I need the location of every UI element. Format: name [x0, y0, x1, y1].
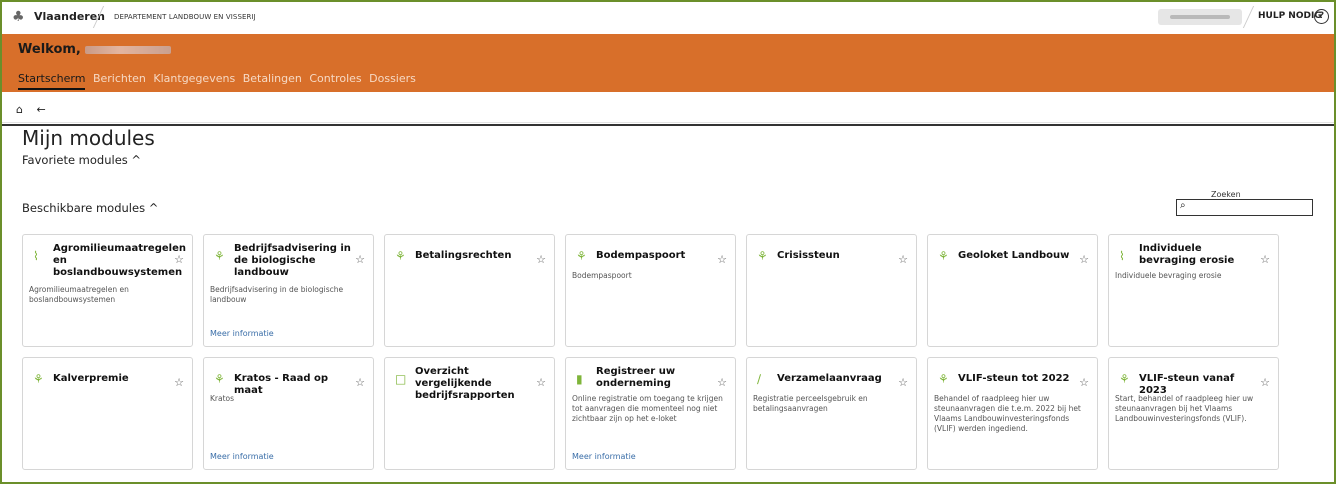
- module-icon: □: [395, 372, 407, 386]
- module-description: Online registratie om toegang te krijgen…: [572, 394, 723, 423]
- brand-name[interactable]: Vlaanderen: [34, 10, 105, 23]
- module-title[interactable]: Overzicht vergelijkende bedrijfsrapporte…: [415, 366, 533, 402]
- module-icon: ⚘: [757, 249, 768, 263]
- home-icon[interactable]: ⌂: [16, 103, 23, 116]
- module-icon: ⚘: [938, 372, 949, 386]
- help-button[interactable]: HULP NODIG: [1258, 11, 1322, 21]
- module-icon: ⚘: [576, 249, 587, 263]
- tab-klantgegevens[interactable]: Klantgegevens: [153, 72, 235, 85]
- search-input[interactable]: ⌕: [1176, 199, 1313, 216]
- breadcrumb: ⌂ ←: [16, 103, 56, 116]
- search-icon: ⌕: [1180, 200, 1186, 211]
- tab-controles[interactable]: Controles: [309, 72, 361, 85]
- module-card[interactable]: ⚘ Bedrijfsadvisering in de biologische la…: [203, 234, 374, 347]
- module-description: Registratie perceelsgebruik en betalings…: [753, 394, 868, 413]
- module-card[interactable]: ⌇ Individuele bevraging erosie ☆ Individuel…: [1108, 234, 1279, 347]
- module-title[interactable]: Individuele bevraging erosie: [1139, 243, 1257, 267]
- module-card[interactable]: □ Overzicht vergelijkende bedrijfsrapport…: [384, 357, 555, 470]
- module-icon: ⚘: [214, 249, 225, 263]
- favorite-star-icon[interactable]: ☆: [717, 376, 727, 389]
- favorite-star-icon[interactable]: ☆: [1260, 253, 1270, 266]
- module-card[interactable]: ⚘ Crisissteun ☆: [746, 234, 917, 347]
- module-icon: ⌇: [1119, 249, 1125, 263]
- orange-header: Welkom, Startscherm Berichten Klantgegev…: [0, 34, 1336, 126]
- header-divider: [0, 124, 1336, 126]
- favorite-star-icon[interactable]: ☆: [898, 253, 908, 266]
- welcome-message: Welkom,: [18, 42, 171, 57]
- tab-betalingen[interactable]: Betalingen: [243, 72, 302, 85]
- module-title[interactable]: Bedrijfsadvisering in de biologische lan…: [234, 243, 352, 279]
- favorite-star-icon[interactable]: ☆: [717, 253, 727, 266]
- module-icon: ∕: [757, 372, 762, 386]
- help-icon[interactable]: ?: [1314, 9, 1329, 24]
- module-card[interactable]: ⚘ Kalverpremie ☆: [22, 357, 193, 470]
- module-icon: ⌇: [33, 249, 39, 263]
- module-card[interactable]: ⚘ Bodempaspoort ☆ Bodempaspoort: [565, 234, 736, 347]
- module-title[interactable]: Agromilieumaatregelen en boslandbouwsyst…: [53, 243, 186, 279]
- module-card[interactable]: ▮ Registreer uw onderneming ☆ Online regist…: [565, 357, 736, 470]
- main-nav: Startscherm Berichten Klantgegevens Beta…: [18, 72, 420, 90]
- available-modules-toggle[interactable]: Beschikbare modules ^: [22, 201, 158, 215]
- more-info-link[interactable]: Meer informatie: [210, 452, 274, 461]
- module-icon: ⚘: [214, 372, 225, 386]
- module-title[interactable]: Geoloket Landbouw: [958, 250, 1076, 262]
- module-title[interactable]: Bodempaspoort: [596, 250, 714, 262]
- module-description: Bedrijfsadvisering in de biologische lan…: [210, 285, 344, 304]
- module-description: Individuele bevraging erosie: [1115, 271, 1222, 280]
- module-card[interactable]: ⚘ Geoloket Landbouw ☆: [927, 234, 1098, 347]
- module-title[interactable]: Betalingsrechten: [415, 250, 533, 262]
- back-arrow-icon[interactable]: ←: [36, 103, 45, 116]
- favorite-star-icon[interactable]: ☆: [898, 376, 908, 389]
- favorite-star-icon[interactable]: ☆: [536, 253, 546, 266]
- tab-startscherm[interactable]: Startscherm: [18, 72, 86, 90]
- more-info-link[interactable]: Meer informatie: [572, 452, 636, 461]
- favorite-star-icon[interactable]: ☆: [1079, 376, 1089, 389]
- module-description: Bodempaspoort: [572, 271, 632, 280]
- favorite-star-icon[interactable]: ☆: [536, 376, 546, 389]
- favorite-star-icon[interactable]: ☆: [174, 253, 184, 266]
- module-card[interactable]: ∕ Verzamelaanvraag ☆ Registratie perceelsge…: [746, 357, 917, 470]
- search-label: Zoeken: [1211, 190, 1241, 199]
- module-title[interactable]: Verzamelaanvraag: [777, 373, 895, 385]
- module-icon: ▮: [576, 372, 583, 386]
- module-icon: ⚘: [938, 249, 949, 263]
- favorite-star-icon[interactable]: ☆: [174, 376, 184, 389]
- top-bar: ♣ Vlaanderen DEPARTEMENT LANDBOUW EN VIS…: [0, 0, 1336, 35]
- favorite-star-icon[interactable]: ☆: [355, 253, 365, 266]
- module-card[interactable]: ⚘ VLIF-steun tot 2022 ☆ Behandel of raadple…: [927, 357, 1098, 470]
- module-title[interactable]: VLIF-steun tot 2022: [958, 373, 1076, 385]
- favorite-star-icon[interactable]: ☆: [1079, 253, 1089, 266]
- module-card[interactable]: ⚘ VLIF-steun vanaf 2023 ☆ Start, behandel o…: [1108, 357, 1279, 470]
- page-title: Mijn modules: [22, 126, 155, 150]
- module-description: Behandel of raadpleeg hier uw steunaanvr…: [934, 394, 1081, 433]
- module-description: Start, behandel of raadpleeg hier uw ste…: [1115, 394, 1254, 423]
- module-description: Kratos: [210, 394, 235, 403]
- module-icon: ⚘: [1119, 372, 1130, 386]
- tab-dossiers[interactable]: Dossiers: [369, 72, 416, 85]
- module-icon: ⚘: [395, 249, 406, 263]
- module-title[interactable]: Registreer uw onderneming: [596, 366, 714, 390]
- divider: [0, 122, 1336, 123]
- user-name-redacted: [84, 45, 171, 54]
- module-icon: ⚘: [33, 372, 44, 386]
- module-card[interactable]: ⌇ Agromilieumaatregelen en boslandbouwsys…: [22, 234, 193, 347]
- module-card[interactable]: ⚘ Kratos - Raad op maat ☆ Kratos Meer inform…: [203, 357, 374, 470]
- favorite-star-icon[interactable]: ☆: [355, 376, 365, 389]
- module-card[interactable]: ⚘ Betalingsrechten ☆: [384, 234, 555, 347]
- divider: [1242, 6, 1255, 28]
- favorite-star-icon[interactable]: ☆: [1260, 376, 1270, 389]
- favorites-toggle[interactable]: Favoriete modules ^: [22, 153, 141, 167]
- tab-berichten[interactable]: Berichten: [93, 72, 146, 85]
- more-info-link[interactable]: Meer informatie: [210, 329, 274, 338]
- user-account-button[interactable]: [1158, 9, 1242, 25]
- department-name: DEPARTEMENT LANDBOUW EN VISSERIJ: [114, 13, 256, 21]
- lion-logo-icon[interactable]: ♣: [12, 9, 25, 25]
- module-description: Agromilieumaatregelen en boslandbouwsyst…: [29, 285, 129, 304]
- module-title[interactable]: Crisissteun: [777, 250, 895, 262]
- module-title[interactable]: Kalverpremie: [53, 373, 171, 385]
